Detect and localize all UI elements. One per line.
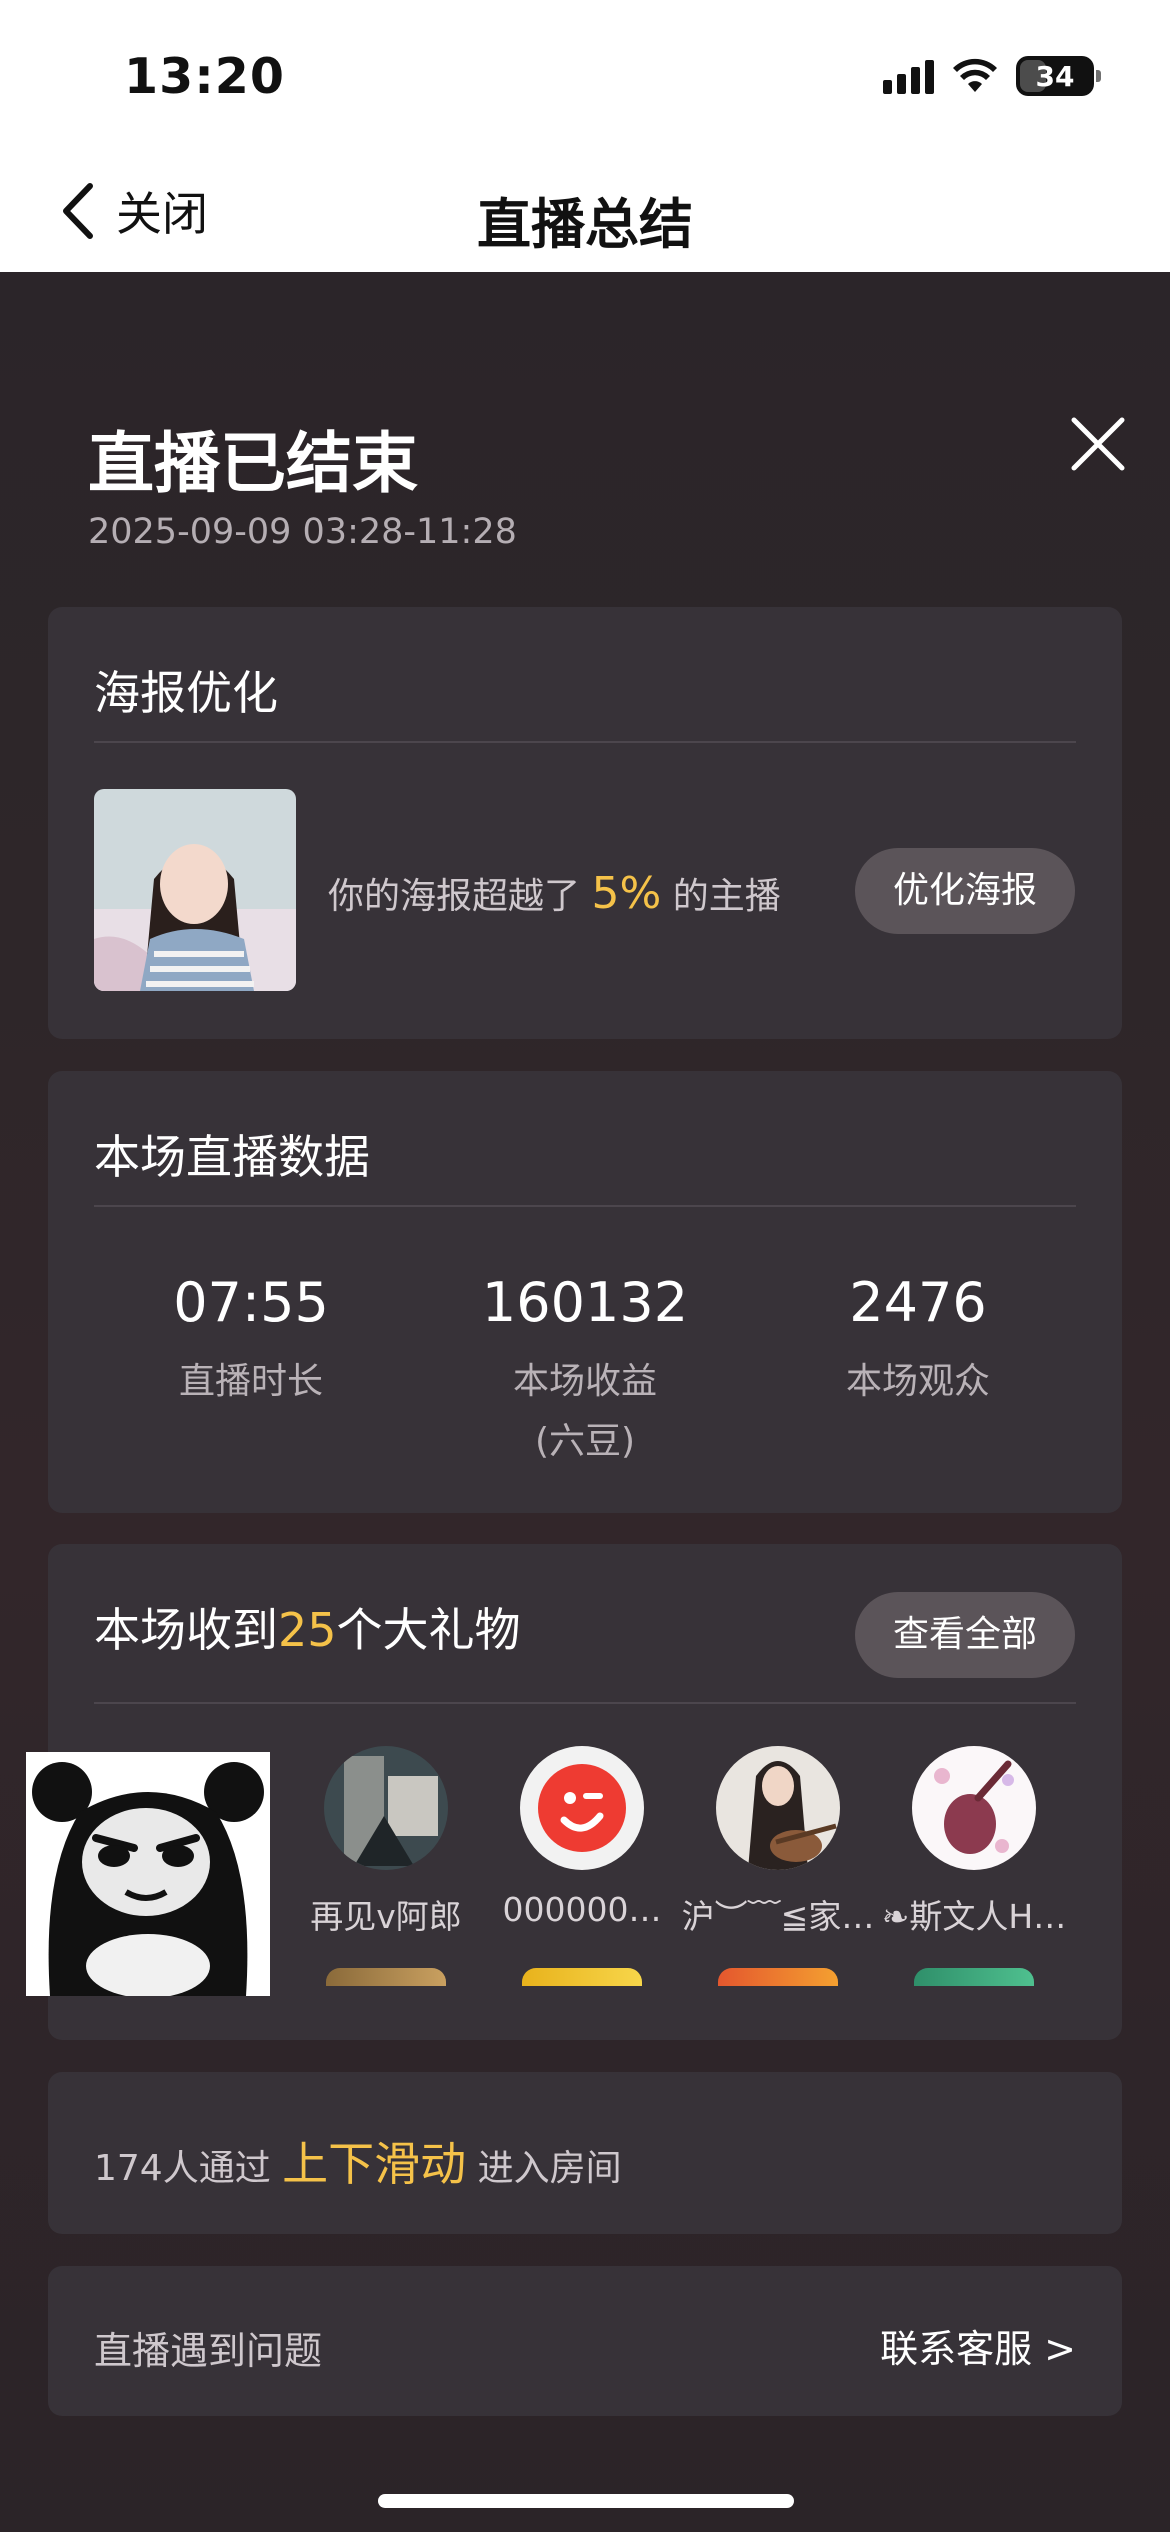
nav-bar: 关闭 直播总结: [0, 150, 1170, 272]
poster-rank-prefix: 你的海报超越了: [328, 876, 581, 917]
gift-sender[interactable]: 000000…: [484, 1746, 680, 1929]
battery-level: 34: [1035, 59, 1075, 93]
gift-badge: [718, 1968, 838, 1986]
gifts-card-title: 本场收到25个大礼物: [94, 1594, 521, 1660]
optimize-poster-button[interactable]: 优化海报: [855, 848, 1075, 934]
help-label: 直播遇到问题: [94, 2329, 323, 2373]
gift-badge: [522, 1968, 642, 1986]
stat-unit: (六豆): [534, 1421, 636, 1462]
gifts-title-suffix: 个大礼物: [336, 1603, 521, 1657]
stats-card-title: 本场直播数据: [94, 1130, 370, 1184]
status-icons: 34: [883, 54, 1101, 98]
gift-sender[interactable]: ❧斯文人H…: [876, 1746, 1072, 1938]
ended-title: 直播已结束: [88, 425, 418, 502]
poster-thumbnail[interactable]: [94, 789, 296, 991]
home-indicator[interactable]: [378, 2494, 794, 2508]
panda-sticker-image: [26, 1752, 270, 1998]
poster-card-title: 海报优化: [94, 666, 278, 720]
gift-badge: [326, 1968, 446, 1986]
page-title: 直播总结: [477, 193, 693, 256]
divider: [94, 1702, 1076, 1704]
wifi-icon: [953, 58, 997, 92]
stat-duration: 07:55 直播时长: [101, 1271, 401, 1404]
gift-sender-name: ❧斯文人H…: [881, 1897, 1067, 1936]
battery-icon: 34: [1016, 56, 1101, 96]
avatar: [324, 1746, 448, 1870]
summary-content: 直播已结束 2025-09-09 03:28-11:28 海报优化 你的海报超越…: [0, 272, 1170, 2532]
contact-support-link[interactable]: 联系客服 >: [880, 2318, 1076, 2373]
avatar: [912, 1746, 1036, 1870]
slide-entry-count: 174人通过: [94, 2148, 271, 2189]
poster-rank-percent: 5%: [591, 868, 662, 919]
stat-value: 160132: [481, 1271, 689, 1334]
slide-entry-card: 174人通过 上下滑动 进入房间: [48, 2072, 1122, 2234]
status-bar: 13:20 34: [0, 0, 1170, 150]
gift-badge: [914, 1968, 1034, 1986]
stats-card: 本场直播数据 07:55 直播时长 160132 本场收益 (六豆) 2476 …: [48, 1071, 1122, 1513]
stat-label: 本场观众: [845, 1361, 990, 1402]
avatar: [520, 1746, 644, 1870]
gift-count: 25: [278, 1603, 337, 1657]
gift-sender[interactable]: 再见v阿郎: [288, 1746, 484, 1938]
gift-sender-name: 再见v阿郎: [310, 1897, 462, 1936]
stat-viewers: 2476 本场观众: [768, 1271, 1068, 1404]
cellular-signal-icon: [883, 58, 934, 94]
slide-entry-highlight: 上下滑动: [282, 2137, 467, 2191]
poster-card: 海报优化 你的海报超越了 5% 的主播 优化海报: [48, 607, 1122, 1039]
poster-rank-suffix: 的主播: [672, 876, 781, 917]
gift-sender-name: 沪︶﹋≦家…: [681, 1897, 875, 1936]
avatar: [716, 1746, 840, 1870]
divider: [94, 1205, 1076, 1207]
poster-rank-text: 你的海报超越了 5% 的主播: [328, 867, 781, 919]
help-card[interactable]: 直播遇到问题 联系客服 >: [48, 2266, 1122, 2416]
slide-entry-text: 174人通过 上下滑动 进入房间: [94, 2128, 622, 2194]
status-time: 13:20: [124, 48, 285, 105]
ended-time-range: 2025-09-09 03:28-11:28: [88, 512, 517, 552]
close-icon[interactable]: [1068, 414, 1128, 474]
gift-sender[interactable]: 沪︶﹋≦家…: [680, 1746, 876, 1938]
slide-entry-suffix: 进入房间: [477, 2148, 622, 2189]
divider: [94, 741, 1076, 743]
stat-value: 07:55: [173, 1271, 329, 1334]
stat-label: 直播时长: [178, 1361, 323, 1402]
stat-earnings: 160132 本场收益 (六豆): [435, 1271, 735, 1464]
stat-value: 2476: [849, 1271, 987, 1334]
view-all-button[interactable]: 查看全部: [855, 1592, 1075, 1678]
gift-sender-name: 000000…: [502, 1890, 662, 1929]
stat-label: 本场收益: [512, 1361, 657, 1402]
gifts-title-prefix: 本场收到: [94, 1603, 278, 1657]
